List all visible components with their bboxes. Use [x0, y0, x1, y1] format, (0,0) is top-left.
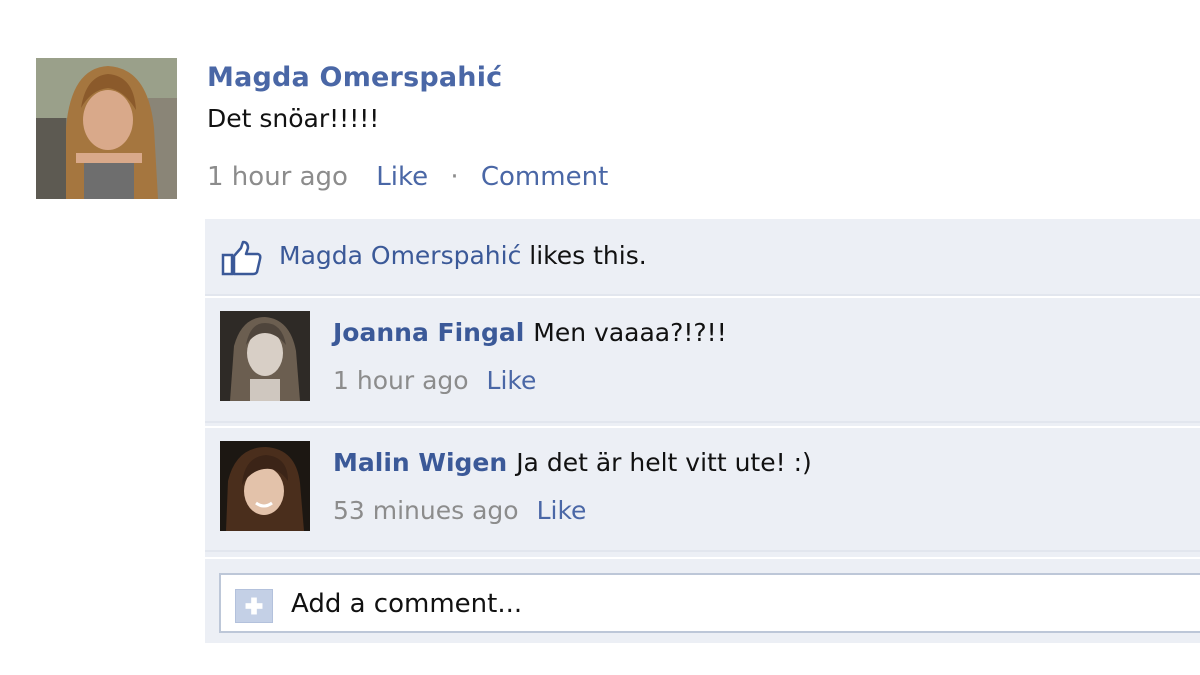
comment-item: Malin Wigen Ja det är helt vitt ute! :) 5… — [205, 426, 1200, 552]
comment-timestamp[interactable]: 53 minues ago — [333, 496, 519, 525]
profile-photo-icon — [36, 58, 177, 199]
post-meta: 1 hour ago Like · Comment — [207, 162, 608, 192]
separator-dot: · — [450, 162, 459, 192]
add-comment-field[interactable]: Add a comment... — [219, 573, 1200, 633]
like-link[interactable]: Like — [376, 162, 428, 192]
likes-row: Magda Omerspahić likes this. — [205, 219, 1200, 296]
comment-timestamp[interactable]: 1 hour ago — [333, 366, 469, 395]
profile-photo-icon — [220, 311, 310, 401]
feed-story: Magda Omerspahić Det snöar!!!!! 1 hour a… — [0, 0, 1200, 675]
author-avatar[interactable] — [36, 58, 177, 199]
post-author-link[interactable]: Magda Omerspahić — [207, 62, 502, 93]
comment-meta: 53 minues ago Like — [333, 496, 586, 525]
commenter-avatar[interactable] — [220, 311, 310, 401]
plus-icon — [235, 589, 273, 623]
commenter-avatar[interactable] — [220, 441, 310, 531]
liker-name-link[interactable]: Magda Omerspahić — [279, 241, 521, 270]
comment-panel: Magda Omerspahić likes this. Joanna Fing… — [205, 219, 1200, 643]
likes-sentence: Magda Omerspahić likes this. — [279, 241, 647, 270]
post-text: Det snöar!!!!! — [207, 104, 380, 133]
comment-text-line: Malin Wigen Ja det är helt vitt ute! :) — [333, 448, 812, 477]
comment-text-line: Joanna Fingal Men vaaaa?!?!! — [333, 318, 727, 347]
comment-item: Joanna Fingal Men vaaaa?!?!! 1 hour ago Li… — [205, 296, 1200, 423]
post-timestamp[interactable]: 1 hour ago — [207, 162, 348, 192]
likes-suffix: likes this. — [521, 241, 647, 270]
add-comment-row: Add a comment... — [205, 557, 1200, 645]
comment-body: Ja det är helt vitt ute! :) — [516, 448, 812, 477]
comment-like-link[interactable]: Like — [537, 496, 587, 525]
comment-like-link[interactable]: Like — [487, 366, 537, 395]
commenter-name-link[interactable]: Malin Wigen — [333, 448, 507, 477]
profile-photo-icon — [220, 441, 310, 531]
comment-body: Men vaaaa?!?!! — [533, 318, 727, 347]
add-comment-placeholder[interactable]: Add a comment... — [291, 589, 522, 619]
commenter-name-link[interactable]: Joanna Fingal — [333, 318, 524, 347]
thumbs-up-icon — [221, 240, 262, 276]
comment-link[interactable]: Comment — [481, 162, 608, 192]
comment-meta: 1 hour ago Like — [333, 366, 536, 395]
